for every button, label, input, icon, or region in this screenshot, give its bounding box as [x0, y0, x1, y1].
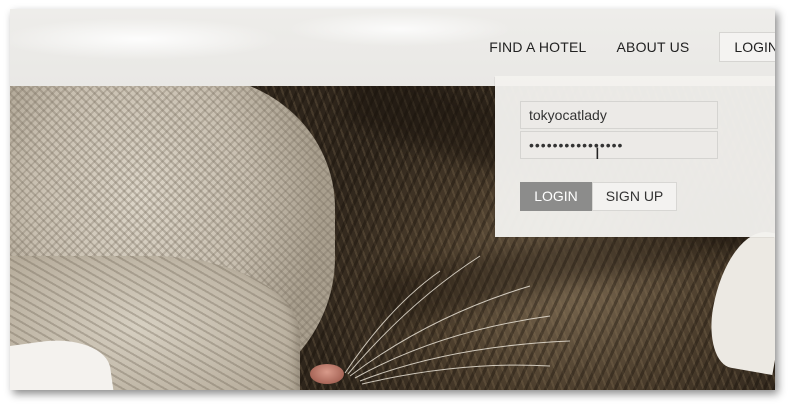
username-field[interactable]: [520, 101, 718, 129]
main-nav: FIND A HOTEL ABOUT US LOGIN: [489, 32, 775, 62]
password-field[interactable]: [520, 131, 718, 159]
nav-login-button[interactable]: LOGIN: [719, 32, 775, 62]
signup-button[interactable]: SIGN UP: [592, 182, 677, 211]
app-window: FIND A HOTEL ABOUT US LOGIN I LOG: [10, 9, 775, 390]
text-cursor-icon: I: [595, 144, 600, 163]
nav-find-a-hotel[interactable]: FIND A HOTEL: [489, 39, 586, 55]
header-bar: FIND A HOTEL ABOUT US LOGIN: [10, 9, 775, 86]
login-button[interactable]: LOGIN: [520, 182, 592, 211]
nav-about-us[interactable]: ABOUT US: [617, 39, 690, 55]
login-panel: I LOGIN SIGN UP: [495, 76, 775, 237]
